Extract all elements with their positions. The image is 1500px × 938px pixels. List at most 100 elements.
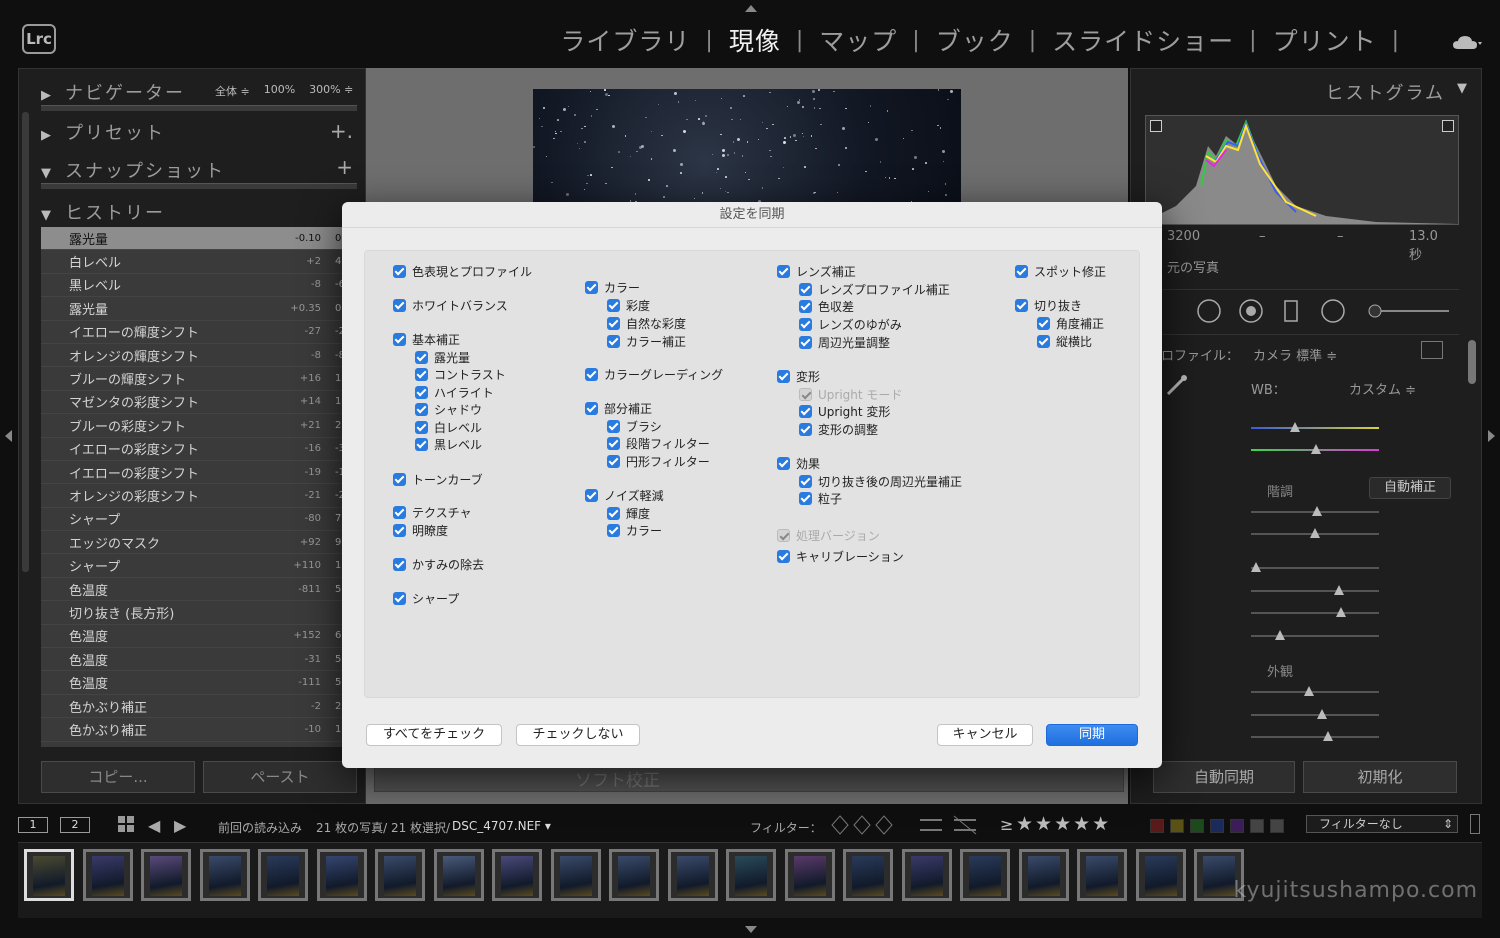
checkbox-checkmark-icon[interactable] — [1015, 265, 1028, 278]
paste-button[interactable]: ペースト — [203, 761, 357, 793]
slider-track[interactable] — [1251, 686, 1379, 696]
history-item[interactable]: 色温度+1526.0K — [41, 625, 363, 649]
sync-checkbox[interactable]: 切り抜き — [1015, 297, 1082, 314]
sync-checkbox[interactable]: 黒レベル — [415, 436, 482, 453]
yellow-label-filter[interactable] — [1170, 819, 1184, 833]
sync-checkbox[interactable]: カラーグレーディング — [585, 366, 723, 383]
back-arrow-icon[interactable]: ◀ — [148, 816, 160, 835]
sync-checkbox[interactable]: ハイライト — [415, 384, 494, 401]
checkbox-checkmark-icon[interactable] — [1015, 299, 1028, 312]
checkbox-checkmark-icon[interactable] — [799, 283, 812, 296]
checkbox-checkmark-icon[interactable] — [607, 317, 620, 330]
profile-browser-icon[interactable] — [1421, 341, 1443, 359]
checkbox-checkmark-icon[interactable] — [799, 388, 812, 401]
sync-checkbox[interactable]: レンズプロファイル補正 — [799, 281, 950, 298]
check-none-button[interactable]: チェックしない — [516, 724, 640, 746]
cloud-sync-icon[interactable] — [1452, 34, 1482, 50]
checkbox-checkmark-icon[interactable] — [585, 368, 598, 381]
slider-track[interactable] — [1251, 422, 1379, 432]
sync-checkbox[interactable]: 部分補正 — [585, 400, 652, 417]
slider-thumb[interactable] — [1312, 506, 1323, 516]
checkbox-checkmark-icon[interactable] — [777, 265, 790, 278]
no-label-filter[interactable] — [1270, 819, 1284, 833]
filmstrip-thumbnail[interactable] — [258, 849, 308, 901]
sync-checkbox[interactable]: 基本補正 — [393, 331, 460, 348]
wb-row[interactable]: WB： カスタム ≑ — [1251, 379, 1500, 398]
sync-checkbox[interactable]: 効果 — [777, 455, 820, 472]
purple-label-filter[interactable] — [1230, 819, 1244, 833]
view-2-button[interactable]: 2 — [60, 817, 90, 833]
filmstrip-thumbnail[interactable] — [316, 849, 367, 901]
checkbox-checkmark-icon[interactable] — [393, 524, 406, 537]
sync-checkbox[interactable]: レンズのゆがみ — [799, 316, 902, 333]
checkbox-checkmark-icon[interactable] — [607, 455, 620, 468]
sync-checkbox[interactable]: 露光量 — [415, 349, 470, 366]
checkbox-checkmark-icon[interactable] — [585, 402, 598, 415]
filmstrip-thumbnail[interactable] — [550, 849, 601, 901]
checkbox-checkmark-icon[interactable] — [415, 438, 428, 451]
sync-checkbox[interactable]: 自然な彩度 — [607, 315, 686, 332]
checkbox-checkmark-icon[interactable] — [1037, 335, 1050, 348]
checkbox-checkmark-icon[interactable] — [585, 489, 598, 502]
add-snapshot-button[interactable]: + — [336, 155, 353, 179]
cancel-button[interactable]: キャンセル — [937, 724, 1033, 746]
checkbox-checkmark-icon[interactable] — [393, 558, 406, 571]
sync-checkbox[interactable]: シャープ — [393, 590, 459, 607]
sync-checkbox[interactable]: 縦横比 — [1037, 333, 1092, 350]
history-item[interactable]: ブルーの輝度シフト+1616 — [41, 367, 363, 391]
module-1-tab[interactable]: ライブラリ — [557, 22, 693, 58]
sync-checkbox[interactable]: テクスチャ — [393, 504, 472, 521]
history-item[interactable]: 色温度-1115.9K — [41, 671, 363, 695]
module-5-tab[interactable]: スライドショー — [1049, 22, 1237, 58]
sync-checkbox[interactable]: シャドウ — [415, 401, 482, 418]
flag-filter-icons[interactable] — [830, 814, 980, 836]
custom-label-filter[interactable] — [1250, 819, 1264, 833]
history-item[interactable]: 切り抜き (長方形) — [41, 601, 363, 625]
sync-checkbox[interactable]: カラー — [585, 279, 640, 296]
slider-track[interactable] — [1251, 708, 1379, 719]
filmstrip-thumbnail[interactable] — [1135, 849, 1186, 901]
sync-checkbox[interactable]: 変形の調整 — [799, 421, 878, 438]
sync-checkbox[interactable]: 切り抜き後の周辺光量補正 — [799, 473, 962, 490]
checkbox-checkmark-icon[interactable] — [777, 550, 790, 563]
checkbox-checkmark-icon[interactable] — [607, 299, 620, 312]
checkbox-checkmark-icon[interactable] — [777, 370, 790, 383]
sync-checkbox[interactable]: かすみの除去 — [393, 556, 484, 573]
sync-button[interactable]: 同期 — [1046, 724, 1138, 746]
filmstrip-thumbnail[interactable] — [667, 849, 718, 901]
checkbox-checkmark-icon[interactable] — [393, 506, 406, 519]
sync-checkbox[interactable]: 粒子 — [799, 490, 842, 507]
history-item[interactable]: シャープ-8070 — [41, 508, 363, 532]
slider-thumb[interactable] — [1311, 444, 1322, 454]
history-item[interactable]: 白レベル+249 — [41, 250, 363, 274]
checkbox-checkmark-icon[interactable] — [607, 437, 620, 450]
module-4-tab[interactable]: ブック — [933, 22, 1017, 58]
checkbox-checkmark-icon[interactable] — [415, 403, 428, 416]
collapse-arrow-icon[interactable]: ▼ — [1457, 81, 1467, 96]
sync-checkbox[interactable]: 明瞭度 — [393, 522, 448, 539]
sync-checkbox[interactable]: レンズ補正 — [777, 263, 856, 280]
copy-button[interactable]: コピー... — [41, 761, 195, 793]
profile-select[interactable]: カメラ 標準 ≑ — [1253, 345, 1337, 364]
history-item[interactable]: 色かぶり補正 -10 1 — [41, 718, 363, 742]
slider-thumb[interactable] — [1304, 686, 1315, 696]
filmstrip-thumbnail[interactable] — [843, 849, 893, 901]
grid-view-icon[interactable] — [118, 816, 134, 832]
checkbox-checkmark-icon[interactable] — [415, 386, 428, 399]
checkbox-checkmark-icon[interactable] — [415, 351, 428, 364]
navigator-header[interactable]: ▶ ナビゲーター — [41, 79, 185, 105]
checkbox-checkmark-icon[interactable] — [799, 492, 812, 505]
checkbox-checkmark-icon[interactable] — [393, 473, 406, 486]
auto-sync-button[interactable]: 自動同期 — [1153, 761, 1295, 793]
filmstrip-thumbnail[interactable] — [24, 849, 74, 901]
check-all-button[interactable]: すべてをチェック — [366, 724, 502, 746]
module-6-tab[interactable]: プリント — [1270, 22, 1380, 58]
filmstrip-thumbnail[interactable] — [726, 849, 776, 901]
profile-row[interactable]: ロファイル： カメラ 標準 ≑ — [1161, 345, 1441, 364]
history-item[interactable]: 露光量+0.350.35 — [41, 297, 363, 321]
sync-checkbox[interactable]: コントラスト — [415, 366, 506, 383]
checkbox-checkmark-icon[interactable] — [393, 592, 406, 605]
forward-arrow-icon[interactable]: ▶ — [174, 816, 186, 835]
wb-select[interactable]: カスタム ≑ — [1349, 379, 1416, 398]
blue-label-filter[interactable] — [1210, 819, 1224, 833]
